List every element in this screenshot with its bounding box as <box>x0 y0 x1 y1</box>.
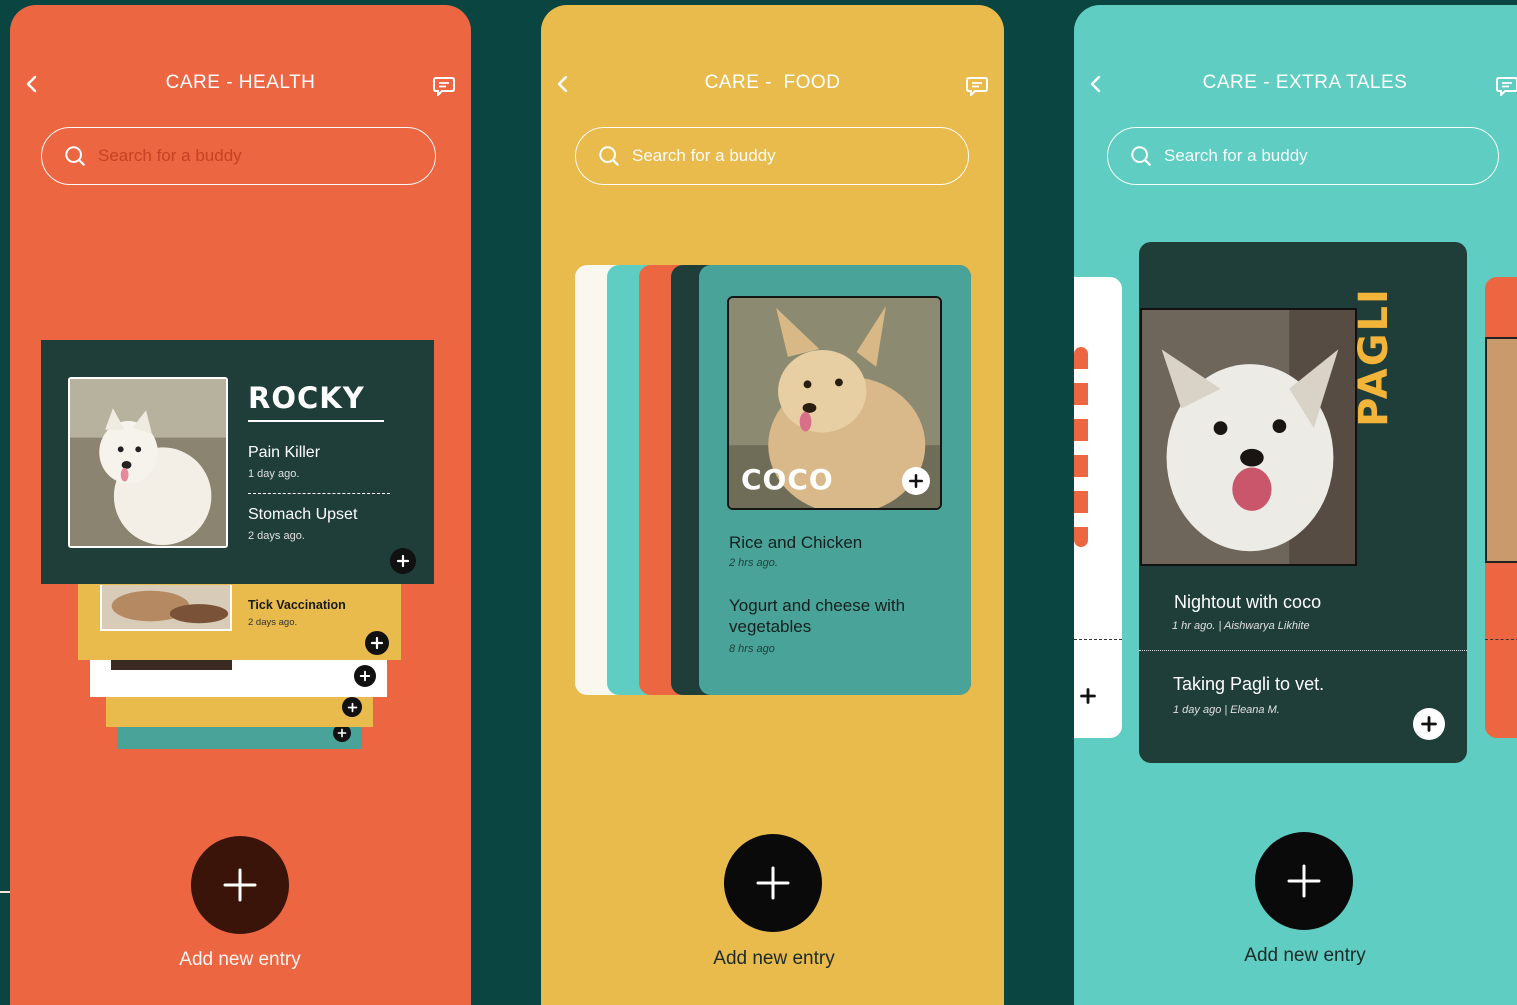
search-input[interactable] <box>1164 146 1464 166</box>
add-entry-label: Add new entry <box>713 948 835 969</box>
pet-card-coco[interactable]: COCO Rice and Chicken 2 hrs ago. Yogurt … <box>699 265 971 695</box>
search-bar[interactable] <box>575 127 969 185</box>
search-icon <box>1130 145 1152 167</box>
pet-card-rocky[interactable]: ROCKY Pain Killer 1 day ago. Stomach Ups… <box>41 340 434 584</box>
add-entry-icon[interactable] <box>390 548 416 574</box>
entry-title: Rice and Chicken <box>729 533 863 552</box>
add-entry-button[interactable] <box>191 836 289 934</box>
stacked-card-3-photo <box>111 660 232 670</box>
page-title: CARE - HEALTH <box>165 72 316 93</box>
plus-icon <box>396 554 410 568</box>
add-entry-icon[interactable] <box>1413 708 1445 740</box>
search-bar[interactable] <box>1107 127 1499 185</box>
entry-time: 2 days ago. <box>248 617 298 628</box>
entry-title: Nightout with coco <box>1174 592 1322 612</box>
entry-time: 2 hrs ago. <box>729 557 778 569</box>
search-input[interactable] <box>98 146 398 166</box>
divider <box>1139 650 1467 651</box>
add-entry-button[interactable] <box>1255 832 1353 930</box>
pet-card-pagli[interactable]: PAGLI Nightout with coco 1 hr ago. | Ais… <box>1139 242 1467 763</box>
entry-title: Pain Killer <box>248 444 321 461</box>
plus-icon <box>370 636 384 650</box>
plus-icon[interactable] <box>1079 687 1097 705</box>
pet-photo <box>68 377 228 548</box>
search-icon <box>64 145 86 167</box>
side-card-decoration <box>1074 347 1088 547</box>
entry-time: 8 hrs ago <box>729 643 775 655</box>
plus-icon <box>1420 715 1438 733</box>
search-input[interactable] <box>632 146 932 166</box>
plus-icon <box>908 473 924 489</box>
plus-icon <box>222 867 258 903</box>
add-entry-icon[interactable] <box>342 697 362 717</box>
entry-title: Tick Vaccination <box>248 598 346 612</box>
screen-care-health: CARE - HEALTH Tick Vaccination 2 days ag… <box>10 5 471 1005</box>
entry-time: 1 day ago | Eleana M. <box>1173 704 1280 716</box>
chat-bubble-icon[interactable] <box>433 76 455 96</box>
divider <box>1074 639 1122 640</box>
side-card-left[interactable] <box>1074 277 1122 738</box>
entry-time: 1 day ago. <box>248 468 300 480</box>
divider <box>1485 639 1517 640</box>
entry-time: 1 hr ago. | Aishwarya Likhite <box>1172 620 1310 632</box>
side-card-right[interactable] <box>1485 277 1517 738</box>
add-entry-label: Add new entry <box>1244 945 1366 966</box>
add-entry-icon[interactable] <box>902 467 930 495</box>
pet-name: COCO <box>741 463 834 496</box>
name-underline <box>248 420 384 422</box>
divider <box>248 493 390 494</box>
entry-title: Taking Pagli to vet. <box>1173 674 1325 694</box>
screen-care-food: CARE - FOOD COCO Rice and Chicken 2 h <box>541 5 1004 1005</box>
add-entry-button[interactable] <box>724 834 822 932</box>
pet-photo <box>100 585 232 631</box>
plus-icon <box>347 702 358 713</box>
stacked-card-tick[interactable]: Tick Vaccination 2 days ago. <box>78 583 401 660</box>
pet-photo <box>1140 308 1357 566</box>
plus-icon <box>337 728 347 738</box>
plus-icon <box>755 865 791 901</box>
pet-name: ROCKY <box>248 381 365 415</box>
pet-photo <box>1485 337 1517 563</box>
add-entry-label: Add new entry <box>179 949 301 970</box>
entry-title: Stomach Upset <box>248 506 358 523</box>
entry-title: Yogurt and cheese with vegetables <box>729 596 906 636</box>
search-bar[interactable] <box>41 127 436 185</box>
chat-bubble-icon[interactable] <box>966 76 988 96</box>
entry-time: 2 days ago. <box>248 530 305 542</box>
add-entry-icon[interactable] <box>365 631 389 655</box>
page-title: CARE - FOOD <box>704 72 841 93</box>
screen-care-extra-tales: CARE - EXTRA TALES PAGLI <box>1074 5 1517 1005</box>
search-icon <box>598 145 620 167</box>
pet-name: PAGLI <box>1351 287 1397 427</box>
add-entry-icon[interactable] <box>354 665 376 687</box>
page-title: CARE - EXTRA TALES <box>1202 72 1408 93</box>
plus-icon <box>359 670 371 682</box>
chat-bubble-icon[interactable] <box>1496 76 1517 96</box>
plus-icon <box>1286 863 1322 899</box>
